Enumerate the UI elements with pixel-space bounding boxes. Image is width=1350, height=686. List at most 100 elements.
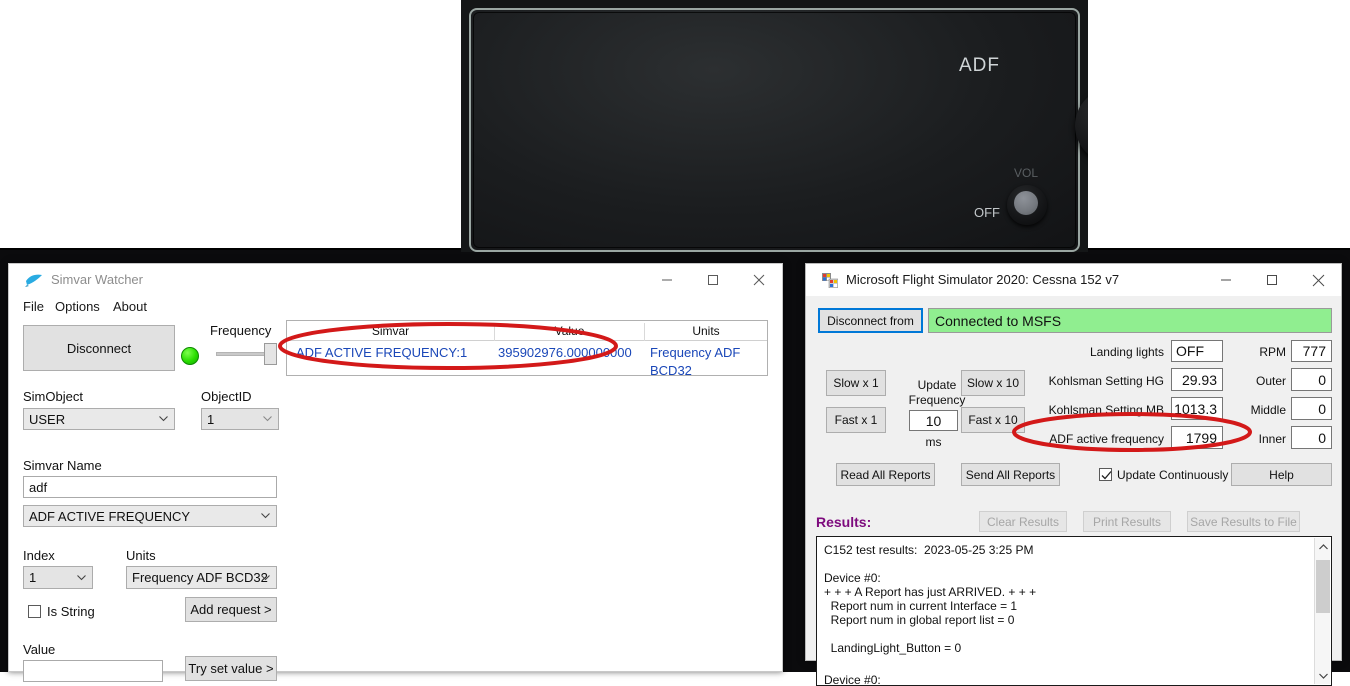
scroll-up-icon[interactable] [1315,538,1331,555]
adf-active-frequency-value: 1799 [1171,426,1223,449]
knob-cap [1014,191,1038,215]
scrollbar-thumb[interactable] [1316,560,1330,613]
grid-header-value[interactable]: Value [495,323,645,341]
value-input[interactable] [23,660,163,682]
simobject-value: USER [29,411,66,427]
update-frequency-input[interactable]: 10 [909,410,958,431]
adf-active-frequency-text: 1799 [1185,429,1217,446]
middle-value: 0 [1291,397,1332,420]
results-line-5: Report num in global report list = 0 [824,613,1015,627]
msfs-title: Microsoft Flight Simulator 2020: Cessna … [846,272,1120,287]
close-icon[interactable] [1295,264,1341,296]
landing-lights-text: OFF [1176,343,1204,359]
inner-text: 0 [1318,429,1326,446]
adf-radio-panel-photo: ADF 17 9 9 VOL OFF REC BFO ADF TEST [461,0,1088,252]
maximize-icon[interactable] [1249,264,1295,296]
frequency-slider-thumb[interactable] [264,343,277,365]
msfs-window: Microsoft Flight Simulator 2020: Cessna … [805,263,1342,686]
is-string-checkbox[interactable] [28,605,41,618]
print-results-button: Print Results [1083,511,1171,532]
simvar-watcher-titlebar[interactable]: Simvar Watcher [9,264,782,296]
units-value: Frequency ADF BCD32 [132,570,268,585]
simvar-watcher-window-controls [644,264,782,296]
objectid-value: 1 [207,411,215,427]
is-string-label: Is String [47,604,95,619]
menu-item-file[interactable]: File [23,299,44,314]
adf-vol-label: VOL [1014,166,1039,180]
connection-status-box: Connected to MSFS [928,308,1332,333]
msfs-disconnect-button[interactable]: Disconnect from [818,308,923,333]
units-label: Units [126,548,156,563]
simvar-watcher-title: Simvar Watcher [51,272,143,287]
grid-header-row: Simvar Value Units [287,321,767,341]
msfs-titlebar[interactable]: Microsoft Flight Simulator 2020: Cessna … [806,264,1341,296]
menu-item-options[interactable]: Options [55,299,100,314]
results-line-4: Report num in current Interface = 1 [824,599,1018,613]
simvar-name-input[interactable]: adf [23,476,277,498]
index-value: 1 [29,570,37,585]
objectid-select[interactable]: 1 [201,408,279,430]
chevron-down-icon [159,416,168,422]
results-line-3: + + + A Report has just ARRIVED. + + + [824,585,1037,599]
simvar-name-label: Simvar Name [23,458,102,473]
adf-volume-knob[interactable] [1007,185,1047,225]
scroll-down-icon[interactable] [1315,667,1331,684]
simvar-watcher-body: Disconnect Frequency Simvar Value Units … [9,319,782,682]
simvar-watcher-menubar: File Options About [9,296,782,320]
adf-panel-title: ADF [959,55,1000,76]
minimize-icon[interactable] [1203,264,1249,296]
results-scrollbar[interactable] [1314,538,1330,684]
adf-active-frequency-label: ADF active frequency [1049,432,1164,446]
grid-header-simvar[interactable]: Simvar [287,323,495,341]
landing-lights-value: OFF [1171,340,1223,362]
simvar-watcher-app-icon [25,274,42,287]
update-continuously-checkbox[interactable] [1099,468,1112,481]
menu-item-about[interactable]: About [113,299,147,314]
results-line-7: LandingLight_Button = 0 [824,641,962,655]
check-icon [1101,471,1112,480]
msfs-app-icon [822,273,838,288]
read-all-reports-button[interactable]: Read All Reports [836,463,935,486]
msfs-body: Disconnect from Connected to MSFS Update… [806,296,1341,686]
units-select[interactable]: Frequency ADF BCD32 [126,566,277,589]
index-label: Index [23,548,55,563]
results-textbox[interactable]: C152 test results: 2023-05-25 3:25 PM De… [816,536,1332,686]
kohlsman-mb-text: 1013.3 [1174,400,1217,417]
index-select[interactable]: 1 [23,566,93,589]
msfs-window-controls [1203,264,1341,296]
connection-status-led [181,347,199,365]
kohlsman-mb-value: 1013.3 [1171,397,1223,420]
add-request-button[interactable]: Add request > [185,597,277,622]
adf-off-label: OFF [974,205,1000,220]
results-line-2: Device #0: [824,571,881,585]
rpm-label: RPM [1259,345,1286,359]
clear-results-button: Clear Results [979,511,1067,532]
simvar-select[interactable]: ADF ACTIVE FREQUENCY [23,505,277,527]
chevron-down-icon [261,513,270,519]
grid-header-units[interactable]: Units [645,323,767,341]
disconnect-button[interactable]: Disconnect [23,325,175,371]
objectid-label: ObjectID [201,389,252,404]
maximize-icon[interactable] [690,264,736,296]
simvar-name-value: adf [29,479,48,495]
simobject-select[interactable]: USER [23,408,175,430]
minimize-icon[interactable] [644,264,690,296]
slow-x1-button[interactable]: Slow x 1 [826,370,886,396]
close-icon[interactable] [736,264,782,296]
try-set-value-button[interactable]: Try set value > [185,656,277,681]
fast-x1-button[interactable]: Fast x 1 [826,407,886,433]
inner-label: Inner [1258,432,1286,446]
rpm-value: 777 [1291,340,1332,362]
grid-cell-value: 395902976.000000000 [498,345,632,360]
simobject-label: SimObject [23,389,83,404]
kohlsman-mb-label: Kohlsman Setting MB [1048,403,1164,417]
outer-label: Outer [1255,374,1286,388]
send-all-reports-button[interactable]: Send All Reports [961,463,1060,486]
grid-cell-units: Frequency ADF BCD32 [650,345,741,378]
screen: ADF 17 9 9 VOL OFF REC BFO ADF TEST [0,0,1350,686]
results-line-0: C152 test results: 2023-05-25 3:25 PM [824,543,1034,557]
help-button[interactable]: Help [1231,463,1332,486]
landing-lights-label: Landing lights [1089,345,1164,359]
connection-status-text: Connected to MSFS [935,312,1062,329]
simvar-results-grid: Simvar Value Units ADF ACTIVE FREQUENCY:… [286,320,768,378]
